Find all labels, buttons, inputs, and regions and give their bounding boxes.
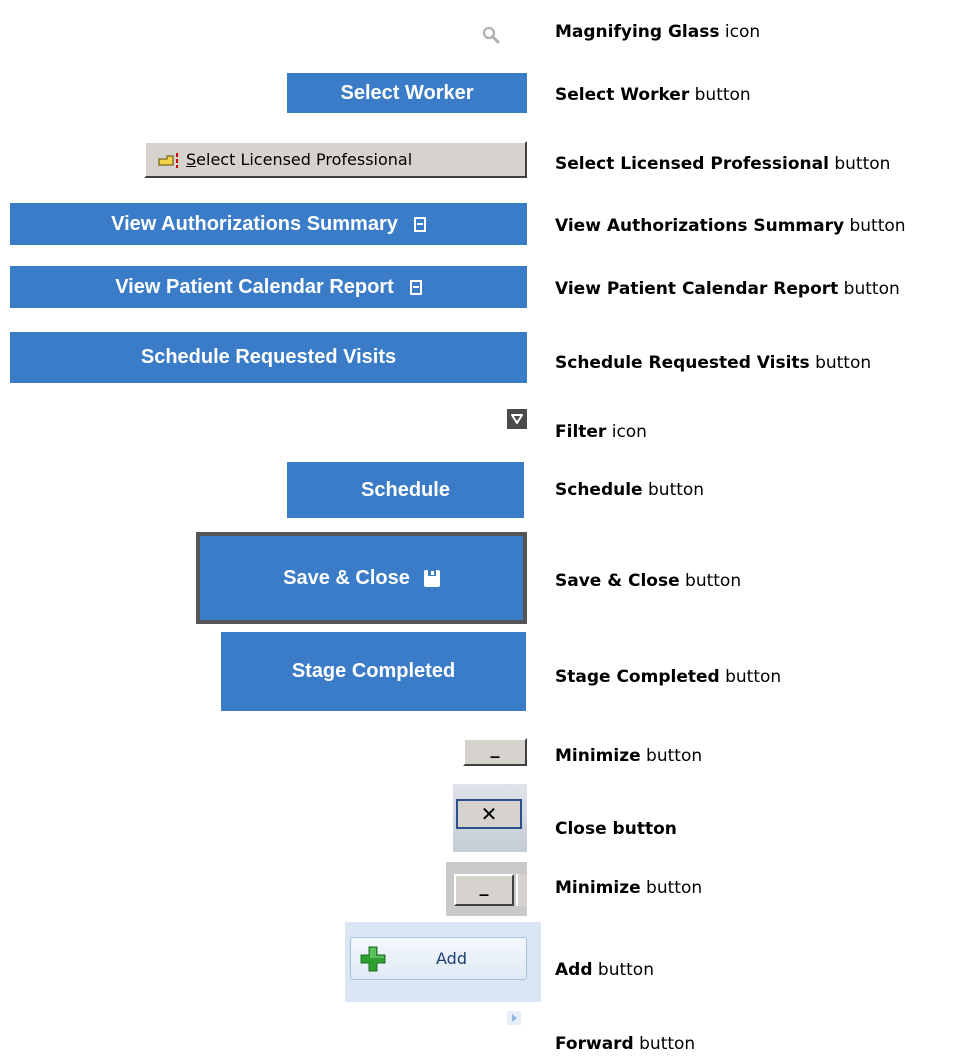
legend-label-rest: button (809, 353, 872, 373)
legend-label: Minimize button (555, 746, 702, 766)
schedule-requested-visits-button-text: Schedule Requested Visits (140, 346, 397, 368)
adjacent-button-edge (516, 874, 527, 906)
legend-label: View Patient Calendar Report button (555, 279, 900, 299)
legend-row-stage-completed: Stage Completed Stage Completed button (0, 631, 974, 713)
legend-label-bold: Select Licensed Professional (555, 154, 829, 174)
document-icon (413, 216, 426, 232)
legend-label: Select Licensed Professional button (555, 154, 890, 174)
legend-label-bold: Schedule Requested Visits (555, 353, 810, 373)
minimize-button[interactable]: _ (454, 874, 514, 906)
legend-label-rest: button (719, 667, 782, 687)
legend-label-rest: button (844, 216, 906, 236)
legend-row-schedule-requested-visits: Schedule Requested Visits Schedule Reque… (0, 328, 974, 388)
legend-label-rest: button (640, 746, 703, 766)
legend-row-select-licensed-professional: Select Licensed Professional Select Lice… (0, 136, 974, 186)
legend-label-bold: Minimize (555, 878, 641, 898)
legend-label: Minimize button (555, 878, 702, 898)
legend-label: Stage Completed button (555, 667, 781, 687)
legend-label: Schedule button (555, 480, 704, 500)
view-authorizations-summary-button-text: View Authorizations Summary (111, 212, 398, 235)
plus-icon (360, 946, 386, 972)
legend-label-bold: Stage Completed (555, 667, 720, 687)
legend-row-magnifying-glass: Magnifying Glass icon (0, 0, 974, 60)
legend-label-rest: button (828, 154, 891, 174)
legend-label-rest: button (592, 960, 654, 980)
legend-row-view-authorizations-summary: View Authorizations Summary View Authori… (0, 200, 974, 250)
legend-row-schedule: Schedule Schedule button (0, 458, 974, 518)
button-text-rest: elect Licensed Professional (196, 150, 413, 169)
legend-row-forward: Forward button (0, 1010, 974, 1057)
forward-arrow-icon[interactable] (507, 1011, 521, 1025)
legend-label-bold: Filter (555, 422, 607, 442)
legend-row-filter: Filter icon (0, 400, 974, 450)
select-worker-button[interactable]: Select Worker (287, 73, 527, 113)
legend-label: Select Worker button (555, 85, 751, 105)
floppy-disk-icon (423, 569, 440, 587)
pointing-hand-icon (157, 151, 181, 169)
legend-label-rest: icon (606, 422, 647, 442)
legend-row-close: ✕ Close button (0, 784, 974, 852)
legend-row-add: Add Add button (0, 922, 974, 1002)
legend-label-bold: Select Worker (555, 85, 690, 105)
legend-label-bold: View Patient Calendar Report (555, 279, 839, 299)
legend-label-bold: Minimize (555, 746, 641, 766)
stage-completed-button[interactable]: Stage Completed (221, 632, 526, 711)
schedule-requested-visits-button[interactable]: Schedule Requested Visits (10, 332, 527, 383)
legend-label-bold: Close button (555, 819, 677, 839)
magnifying-glass-icon[interactable] (482, 26, 500, 44)
close-icon: ✕ (480, 802, 498, 826)
legend-label: View Authorizations Summary button (555, 216, 906, 236)
legend-label-bold: Magnifying Glass (555, 22, 720, 42)
legend-label: Save & Close button (555, 571, 741, 591)
select-licensed-professional-button[interactable]: Select Licensed Professional (144, 141, 527, 178)
minimize-icon: _ (490, 737, 500, 759)
add-button-text: Add (436, 949, 467, 968)
view-patient-calendar-report-button-text: View Patient Calendar Report (115, 275, 394, 298)
legend-label-rest: button (642, 480, 705, 500)
filter-icon[interactable] (507, 409, 527, 429)
legend-label-rest: button (689, 85, 751, 105)
view-authorizations-summary-button[interactable]: View Authorizations Summary (10, 203, 527, 245)
legend-label: Forward button (555, 1034, 695, 1054)
legend-row-select-worker: Select Worker Select Worker button (0, 70, 974, 120)
add-button[interactable]: Add (350, 937, 527, 980)
legend-label-rest: button (838, 279, 900, 299)
legend-label-bold: Save & Close (555, 571, 680, 591)
view-patient-calendar-report-button[interactable]: View Patient Calendar Report (10, 266, 527, 308)
legend-row-minimize: _ Minimize button (0, 728, 974, 776)
legend-label: Close button (555, 819, 677, 839)
legend-label: Add button (555, 960, 654, 980)
legend-row-minimize-2: _ Minimize button (0, 862, 974, 916)
save-close-button[interactable]: Save & Close (196, 532, 527, 624)
minimize-button[interactable]: _ (463, 738, 527, 766)
legend-label-rest: button (640, 878, 703, 898)
document-icon (409, 279, 422, 295)
legend-label: Schedule Requested Visits button (555, 353, 871, 373)
legend-label-bold: Add (555, 960, 593, 980)
legend-label-rest: button (679, 571, 742, 591)
legend-label-bold: Schedule (555, 480, 643, 500)
schedule-button[interactable]: Schedule (287, 462, 524, 518)
stage-completed-button-text: Stage Completed (291, 660, 456, 682)
legend-label-rest: icon (719, 22, 761, 42)
save-close-button-text: Save & Close (283, 566, 410, 589)
legend-label-rest: button (633, 1034, 696, 1054)
legend-label: Filter icon (555, 422, 647, 442)
minimize-icon: _ (479, 875, 489, 897)
legend-row-save-close: Save & Close Save & Close button (0, 531, 974, 627)
schedule-button-text: Schedule (361, 478, 450, 501)
select-worker-button-text: Select Worker (340, 81, 474, 104)
close-button[interactable]: ✕ (456, 799, 522, 829)
legend-label-bold: View Authorizations Summary (555, 216, 845, 236)
legend-label-bold: Forward (555, 1034, 634, 1054)
mnemonic-char: S (186, 150, 197, 169)
select-licensed-professional-button-text: Select Licensed Professional (186, 150, 412, 169)
legend-label: Magnifying Glass icon (555, 22, 760, 42)
legend-row-view-patient-calendar-report: View Patient Calendar Report View Patien… (0, 264, 974, 314)
